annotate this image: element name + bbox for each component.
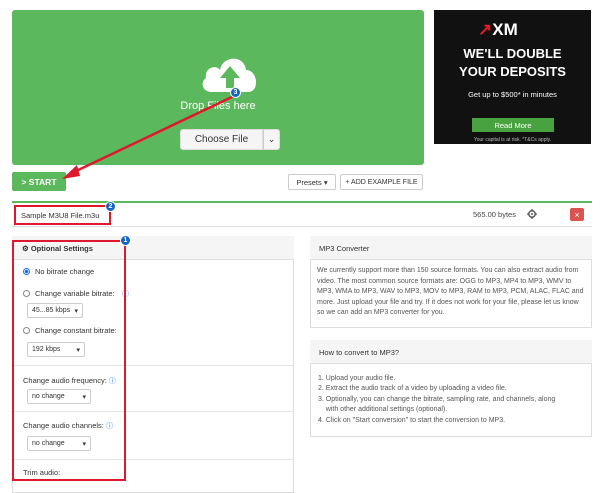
annotation-badge-1: 1 xyxy=(120,235,131,246)
annotation-arrow xyxy=(62,94,235,179)
annotation-badge-3: 3 xyxy=(230,87,241,98)
annotation-badge-2: 2 xyxy=(105,201,116,212)
